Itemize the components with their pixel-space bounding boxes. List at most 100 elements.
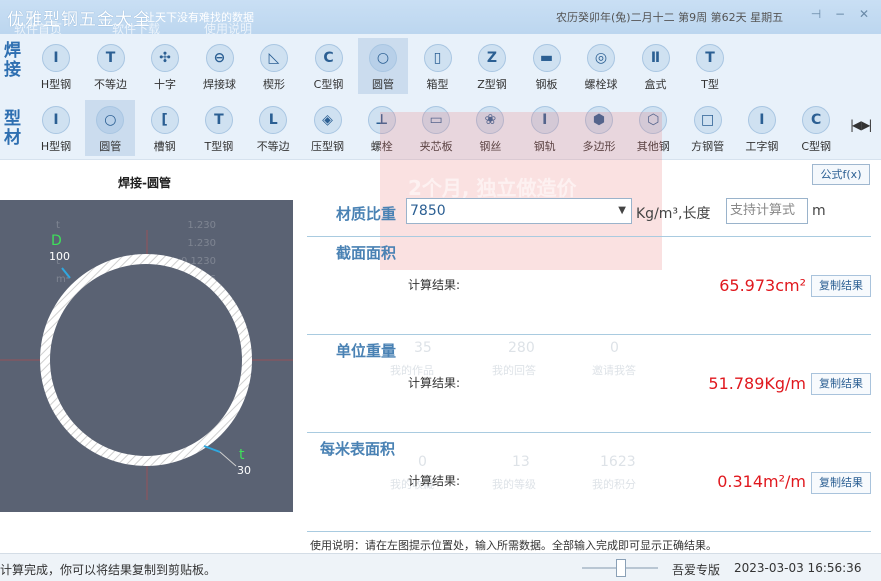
tool-z-section[interactable]: Z Z型钢 [467,38,517,94]
ghost-stat: 1623 [600,454,636,470]
weight-label: 单位重量 [336,342,397,360]
tool-unequal-angle[interactable]: L 不等边 [248,100,298,156]
unequal-tee-icon: T [96,44,125,72]
h-beam-icon: I [42,44,70,72]
tool-c-channel[interactable]: C C型钢 [791,100,841,156]
h-beam-icon: I [42,106,70,134]
tool-t-section[interactable]: T T型 [685,38,735,94]
ghost-stat: 0 [610,340,619,356]
box-section-icon: ▯ [423,44,452,72]
tool-label: H型钢 [40,78,72,91]
ghost-stats: 35 280 0 我的作品 我的回答 邀请我答 0 13 1623 我的收藏 我… [380,280,662,550]
divider [307,432,871,433]
copy-weight-button[interactable]: 复制结果 [811,373,871,395]
tool-i-beam[interactable]: I 工字钢 [737,100,787,156]
status-bar: 计算完成，你可以将结果复制到剪贴板。 吾爱专版 2023-03-03 16:56… [0,553,881,581]
pipe-diagram: t1.2301.230t0.1230m²7.46100m²0.0746100m²… [0,200,293,512]
round-pipe-icon: ○ [369,44,397,72]
tool-label: C型钢 [313,78,344,91]
material-group-label: 型材 [4,109,21,148]
datetime: 2023-03-03 16:56:36 [734,561,862,575]
tool-steel-plate[interactable]: ▬ 钢板 [522,38,572,94]
tool-channel[interactable]: [槽钢 [140,100,190,156]
usage-text: 使用说明：请在左图提示位置处，输入所需数据。全部输入完成即可显示正确结果。 [310,539,717,552]
thickness-input[interactable]: 30 [237,464,251,477]
tool-label: 钢板 [535,78,558,91]
tool-profiled-steel[interactable]: ◈ 压型钢 [303,100,353,156]
tool-c-channel[interactable]: C C型钢 [304,38,354,94]
area-result-value: 65.973cm² [719,276,806,295]
tool-round-pipe[interactable]: ○ 圆管 [358,38,408,94]
t-section-icon: T [696,44,724,72]
surface-result-label: 计算结果: [408,474,461,488]
diameter-label: D [51,233,62,249]
copy-surface-button[interactable]: 复制结果 [811,472,871,494]
tool-label: T型 [701,78,719,91]
density-select[interactable]: 7850 ▼ [406,198,632,224]
pin-icon[interactable]: ⊣ [808,6,824,22]
ghost-stat: 35 [414,340,432,356]
tool-label: 方钢管 [691,140,725,153]
divider [307,531,871,532]
tool-unequal-tee[interactable]: T 不等边 [86,38,136,94]
area-label: 截面面积 [336,244,397,262]
tool-label: 工字钢 [745,140,779,153]
weld-ball-icon: ⊖ [205,44,234,72]
length-input[interactable]: 支持计算式 [726,198,808,224]
profiled-steel-icon: ◈ [313,106,342,134]
steel-plate-icon: ▬ [532,44,561,72]
ghost-caption: 我的积分 [592,478,636,491]
tool-label: 不等边 [94,78,127,91]
box-type-icon: Ⅱ [641,44,670,72]
thickness-label: t [239,447,245,463]
tool-t-section[interactable]: T T型钢 [194,100,244,156]
divider [307,334,871,335]
ghost-caption: 我的回答 [492,364,536,377]
density-label: 材质比重 [336,205,397,223]
diameter-input[interactable]: 100 [49,250,70,263]
close-icon[interactable]: ✕ [856,6,872,22]
zoom-slider-thumb[interactable] [616,559,626,577]
tool-label: C型钢 [801,140,832,153]
ghost-banner: 2个月, 独立做造价 [380,112,662,270]
ghost-stat: 0 [418,454,427,470]
divider [307,236,871,237]
tool-cross[interactable]: ✣ 十字 [140,38,190,94]
tool-label: 十字 [154,78,176,91]
length-unit: m [812,203,826,219]
tool-round-pipe[interactable]: ○ 圆管 [85,100,136,156]
tool-box-section[interactable]: ▯ 箱型 [413,38,463,94]
toolbar-scroll-arrows-icon[interactable]: |◀ ▶| [850,118,872,132]
density-unit: Kg/m³,长度 [636,206,711,222]
minimize-icon[interactable]: − [832,6,848,22]
unequal-angle-icon: L [259,106,288,134]
tool-label: 压型钢 [311,140,344,153]
weight-result-value: 51.789Kg/m [708,374,806,393]
area-result-label: 计算结果: [408,278,461,292]
tool-label: T型钢 [204,140,234,153]
round-pipe-icon: ○ [96,106,125,134]
diagram-title: 焊接-圆管 [118,176,171,190]
tool-h-beam[interactable]: I H型钢 [31,100,81,156]
bolt-ball-icon: ◎ [587,44,615,72]
tool-label: 螺栓球 [584,78,618,91]
tool-wedge[interactable]: ◺ 楔形 [249,38,299,94]
copy-area-button[interactable]: 复制结果 [811,275,871,297]
tool-box-type[interactable]: Ⅱ 盒式 [631,38,681,94]
surface-result-value: 0.314m²/m [717,472,806,491]
tool-h-beam[interactable]: I H型钢 [31,38,81,94]
pipe-inner-bore [50,264,242,456]
tool-weld-ball[interactable]: ⊖ 焊接球 [195,38,245,94]
z-section-icon: Z [478,44,506,72]
c-channel-icon: C [802,106,831,134]
title-bar: 优雅型钢五金大全 让天下没有难找的数据 软件首页 软件下载 使用说明 农历癸卯年… [0,0,881,36]
i-beam-icon: I [747,106,776,134]
ghost-stat: 13 [512,454,530,470]
weld-toolbar: 焊接 I H型钢 T 不等边 ✣ 十字 ⊖ 焊接球 ◺ 楔形 C C型钢 ○ 圆管 ▯ 箱型 Z Z型钢 ▬ 钢板 ◎ 螺… [0,34,881,96]
ghost-caption: 邀请我答 [592,364,636,377]
tool-square-pipe[interactable]: □ 方钢管 [683,100,733,156]
chevron-down-icon[interactable]: ▼ [618,199,626,223]
ghost-stat: 280 [508,340,535,356]
tool-bolt-ball[interactable]: ◎ 螺栓球 [576,38,626,94]
formula-button[interactable]: 公式f(x) [812,164,870,185]
